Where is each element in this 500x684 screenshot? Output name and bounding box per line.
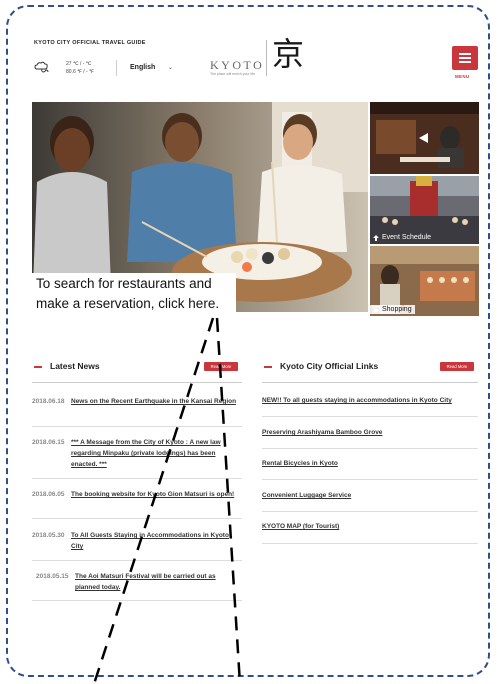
divider bbox=[262, 382, 478, 383]
divider bbox=[262, 448, 478, 449]
temperature-readout: 27 ℃ / - ℃ 80.6 ℉ / - ℉ bbox=[66, 60, 94, 76]
divider bbox=[262, 511, 478, 512]
event-schedule-label[interactable]: Event Schedule bbox=[370, 233, 434, 242]
read-more-button[interactable]: Read More bbox=[204, 362, 238, 371]
ryokan-video-thumbnail bbox=[370, 102, 479, 174]
divider bbox=[32, 478, 242, 479]
news-date: 2018.06.15 bbox=[32, 439, 65, 446]
news-link[interactable]: The Aoi Matsuri Festival will be carried… bbox=[75, 571, 241, 593]
section-header: Kyoto City Official Links Read More bbox=[262, 360, 478, 378]
menu-bar bbox=[459, 57, 471, 59]
divider bbox=[262, 479, 478, 480]
divider bbox=[32, 426, 242, 427]
side-panel-ryokan[interactable] bbox=[370, 102, 479, 174]
news-date: 2018.05.30 bbox=[32, 532, 65, 539]
news-date: 2018.06.18 bbox=[32, 398, 65, 405]
news-link[interactable]: The booking website for Kyoto Gion Matsu… bbox=[71, 489, 241, 500]
latest-news-section: Latest News Read More 2018.06.18 News on… bbox=[32, 360, 242, 601]
guide-title: KYOTO CITY OFFICIAL TRAVEL GUIDE bbox=[34, 40, 146, 46]
divider bbox=[32, 382, 242, 383]
news-date: 2018.06.05 bbox=[32, 491, 65, 498]
hero-caption-link[interactable]: To search for restaurants and make a res… bbox=[32, 273, 236, 315]
news-date: 2018.05.15 bbox=[36, 573, 69, 580]
news-link[interactable]: *** A Message from the City of Kyoto : A… bbox=[71, 437, 241, 470]
section-header: Latest News Read More bbox=[32, 360, 242, 378]
divider bbox=[32, 600, 242, 601]
temp-fahrenheit: 80.6 ℉ / - ℉ bbox=[66, 69, 94, 75]
divider bbox=[32, 518, 242, 519]
official-link[interactable]: Rental Bicycles in Kyoto bbox=[262, 460, 338, 467]
divider bbox=[32, 560, 242, 561]
site-header: KYOTO CITY OFFICIAL TRAVEL GUIDE 27 ℃ / … bbox=[34, 38, 482, 90]
section-dash bbox=[264, 366, 272, 368]
section-dash bbox=[34, 366, 42, 368]
official-links-title: Kyoto City Official Links bbox=[280, 361, 379, 371]
menu-label[interactable]: MENU bbox=[455, 74, 469, 79]
shopping-label[interactable]: Shopping bbox=[370, 305, 415, 314]
menu-bar bbox=[459, 61, 471, 63]
logo-kanji[interactable]: 京 bbox=[272, 38, 304, 70]
divider bbox=[262, 543, 478, 544]
read-more-button[interactable]: Read More bbox=[440, 362, 474, 371]
side-panel-shopping[interactable]: Shopping bbox=[370, 246, 479, 316]
site-logo-text[interactable]: KYOTO bbox=[210, 58, 264, 73]
news-link[interactable]: News on the Recent Earthquake in the Kan… bbox=[71, 396, 241, 407]
language-select[interactable]: English bbox=[130, 64, 155, 71]
menu-button[interactable] bbox=[452, 46, 478, 70]
latest-news-title: Latest News bbox=[50, 361, 100, 371]
chevron-down-icon[interactable]: ⌄ bbox=[168, 64, 173, 71]
news-link[interactable]: To All Guests Staying in Accommodations … bbox=[71, 530, 241, 552]
side-panel-event-schedule[interactable]: Event Schedule bbox=[370, 176, 479, 244]
official-links-section: Kyoto City Official Links Read More NEW!… bbox=[262, 360, 478, 544]
official-link[interactable]: KYOTO MAP (for Tourist) bbox=[262, 523, 339, 530]
temp-celsius: 27 ℃ / - ℃ bbox=[66, 61, 92, 67]
official-link[interactable]: NEW!! To all guests staying in accommoda… bbox=[262, 397, 452, 404]
weather-icon bbox=[34, 61, 49, 73]
divider bbox=[116, 60, 117, 76]
official-link[interactable]: Convenient Luggage Service bbox=[262, 492, 351, 499]
logo-divider bbox=[266, 40, 267, 76]
logo-tagline: The place will enrich your life bbox=[210, 72, 255, 76]
menu-bar bbox=[459, 53, 471, 55]
official-link[interactable]: Preserving Arashiyama Bamboo Grove bbox=[262, 429, 382, 436]
divider bbox=[262, 416, 478, 417]
